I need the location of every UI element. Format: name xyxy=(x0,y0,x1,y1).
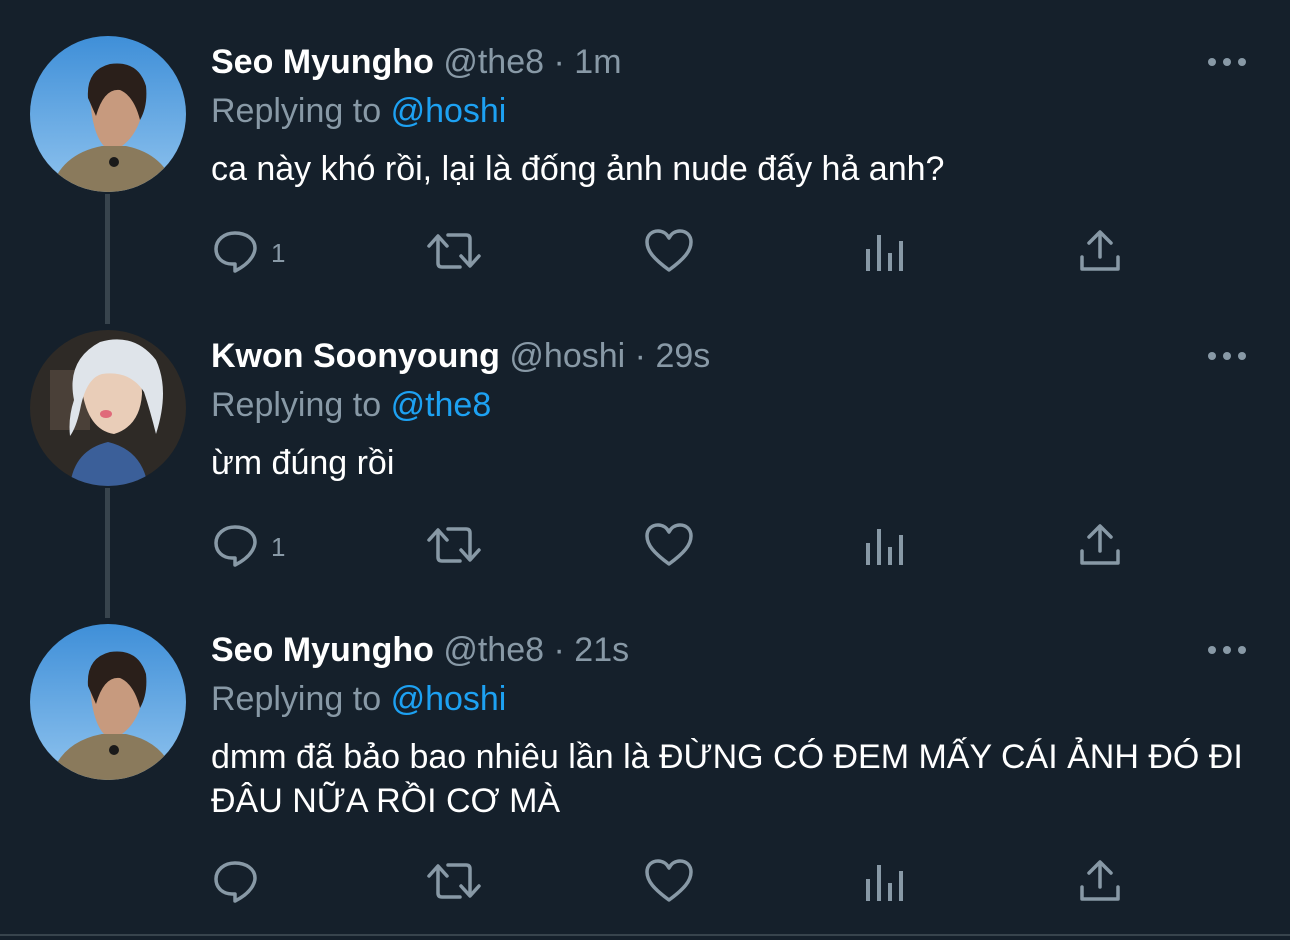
tweet-header: Kwon Soonyoung @hoshi · 29s xyxy=(211,334,710,378)
separator-dot: · xyxy=(634,337,646,375)
replying-to: Replying to @hoshi xyxy=(211,677,506,721)
like-button[interactable] xyxy=(644,522,694,572)
retweet-button[interactable] xyxy=(426,228,482,278)
like-button[interactable] xyxy=(644,228,694,278)
analytics-icon xyxy=(863,227,907,280)
replying-to-label: Replying to xyxy=(211,92,382,130)
reply-count: 1 xyxy=(271,237,286,268)
reply-button[interactable] xyxy=(211,858,271,908)
analytics-button[interactable] xyxy=(863,522,907,572)
tweet[interactable]: Kwon Soonyoung @hoshi · 29s Replying to … xyxy=(0,294,1290,588)
reply-icon xyxy=(211,227,259,280)
retweet-icon xyxy=(426,521,482,574)
like-icon xyxy=(644,227,694,280)
timestamp[interactable]: 21s xyxy=(574,631,629,669)
analytics-button[interactable] xyxy=(863,858,907,908)
tweet-text: dmm đã bảo bao nhiêu lần là ĐỪNG CÓ ĐEM … xyxy=(211,738,1243,820)
replying-to: Replying to @hoshi xyxy=(211,89,506,133)
share-button[interactable] xyxy=(1078,858,1122,908)
tweet-text: ca này khó rồi, lại là đống ảnh nude đấy… xyxy=(211,150,945,188)
retweet-icon xyxy=(426,227,482,280)
retweet-button[interactable] xyxy=(426,522,482,572)
display-name[interactable]: Seo Myungho xyxy=(211,631,434,669)
user-handle[interactable]: @the8 xyxy=(443,43,544,81)
reply-icon xyxy=(211,857,259,910)
avatar[interactable] xyxy=(30,330,186,486)
reply-icon xyxy=(211,521,259,574)
user-handle[interactable]: @hoshi xyxy=(509,337,625,375)
mention-link[interactable]: @hoshi xyxy=(391,92,507,130)
like-icon xyxy=(644,521,694,574)
share-icon xyxy=(1078,857,1122,910)
reply-button[interactable]: 1 xyxy=(211,522,285,572)
tweet[interactable]: Seo Myungho @the8 · 1m Replying to @hosh… xyxy=(0,0,1290,294)
avatar[interactable] xyxy=(30,36,186,192)
share-icon xyxy=(1078,227,1122,280)
separator-dot: · xyxy=(553,631,565,669)
separator-dot: · xyxy=(553,43,565,81)
tweet-header: Seo Myungho @the8 · 1m xyxy=(211,40,622,84)
avatar[interactable] xyxy=(30,624,186,780)
retweet-icon xyxy=(426,857,482,910)
user-handle[interactable]: @the8 xyxy=(443,631,544,669)
action-bar: 1 xyxy=(211,228,1131,278)
action-bar: 1 xyxy=(211,522,1131,572)
share-button[interactable] xyxy=(1078,228,1122,278)
reply-button[interactable]: 1 xyxy=(211,228,285,278)
retweet-button[interactable] xyxy=(426,858,482,908)
like-icon xyxy=(644,857,694,910)
analytics-icon xyxy=(863,521,907,574)
action-bar xyxy=(211,858,1131,908)
tweet[interactable]: Seo Myungho @the8 · 21s Replying to @hos… xyxy=(0,588,1290,934)
display-name[interactable]: Seo Myungho xyxy=(211,43,434,81)
mention-link[interactable]: @the8 xyxy=(391,386,492,424)
share-button[interactable] xyxy=(1078,522,1122,572)
like-button[interactable] xyxy=(644,858,694,908)
replying-to: Replying to @the8 xyxy=(211,383,491,427)
mention-link[interactable]: @hoshi xyxy=(391,680,507,718)
tweet-header: Seo Myungho @the8 · 21s xyxy=(211,628,629,672)
tweet-thread: Seo Myungho @the8 · 1m Replying to @hosh… xyxy=(0,0,1290,940)
timestamp[interactable]: 1m xyxy=(574,43,621,81)
replying-to-label: Replying to xyxy=(211,680,382,718)
replying-to-label: Replying to xyxy=(211,386,382,424)
more-icon[interactable] xyxy=(1207,640,1247,660)
analytics-icon xyxy=(863,857,907,910)
share-icon xyxy=(1078,521,1122,574)
more-icon[interactable] xyxy=(1207,52,1247,72)
divider xyxy=(0,934,1290,936)
tweet-text: ừm đúng rồi xyxy=(211,444,395,482)
more-icon[interactable] xyxy=(1207,346,1247,366)
reply-count: 1 xyxy=(271,531,286,562)
display-name[interactable]: Kwon Soonyoung xyxy=(211,337,500,375)
timestamp[interactable]: 29s xyxy=(655,337,710,375)
analytics-button[interactable] xyxy=(863,228,907,278)
